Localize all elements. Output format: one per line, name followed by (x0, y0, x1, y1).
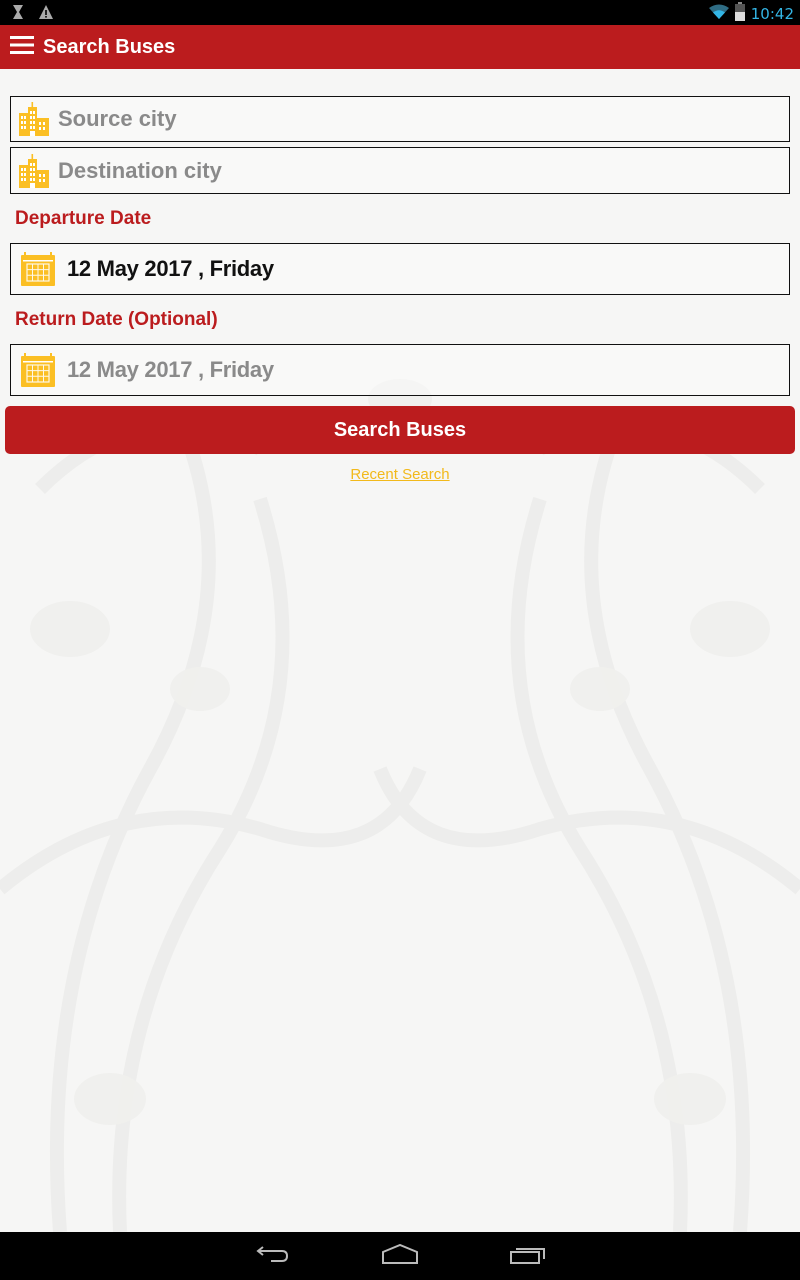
warning-icon (38, 4, 54, 25)
hamburger-menu-icon (10, 35, 34, 60)
calendar-icon (20, 251, 56, 287)
city-buildings-icon (17, 153, 51, 188)
clock-time: 10:42 (750, 5, 794, 23)
page-title: Search Buses (43, 35, 176, 58)
recent-search-link[interactable]: Recent Search (0, 466, 800, 483)
calendar-icon (20, 352, 56, 388)
departure-date-picker[interactable]: 12 May 2017 , Friday (10, 243, 790, 295)
recent-apps-button[interactable] (508, 1242, 548, 1270)
hourglass-icon (12, 4, 24, 25)
departure-date-label: Departure Date (15, 208, 152, 229)
recent-search-link-text[interactable]: Recent Search (350, 466, 449, 483)
menu-button[interactable] (0, 25, 44, 69)
return-date-label: Return Date (Optional) (15, 309, 218, 330)
departure-date-value: 12 May 2017 , Friday (67, 256, 274, 281)
source-city-placeholder: Source city (58, 106, 177, 131)
return-date-value: 12 May 2017 , Friday (67, 357, 274, 382)
back-icon (255, 1244, 289, 1269)
return-date-picker[interactable]: 12 May 2017 , Friday (10, 344, 790, 396)
city-buildings-icon (17, 102, 51, 136)
search-buses-button[interactable]: Search Buses (5, 406, 795, 454)
source-city-input[interactable]: Source city (10, 96, 790, 142)
wifi-icon (708, 4, 729, 25)
home-icon (382, 1243, 418, 1269)
destination-city-input[interactable]: Destination city (10, 147, 790, 194)
recent-apps-icon (510, 1244, 546, 1269)
search-buses-screen: 10:42 Search Buses Source city Destinati… (0, 0, 800, 1280)
back-button[interactable] (252, 1242, 292, 1270)
app-bar: Search Buses (0, 25, 800, 69)
status-bar: 10:42 (0, 0, 800, 25)
battery-icon (734, 2, 745, 26)
destination-city-placeholder: Destination city (58, 157, 222, 183)
home-button[interactable] (380, 1242, 420, 1270)
system-nav-bar (0, 1232, 800, 1280)
